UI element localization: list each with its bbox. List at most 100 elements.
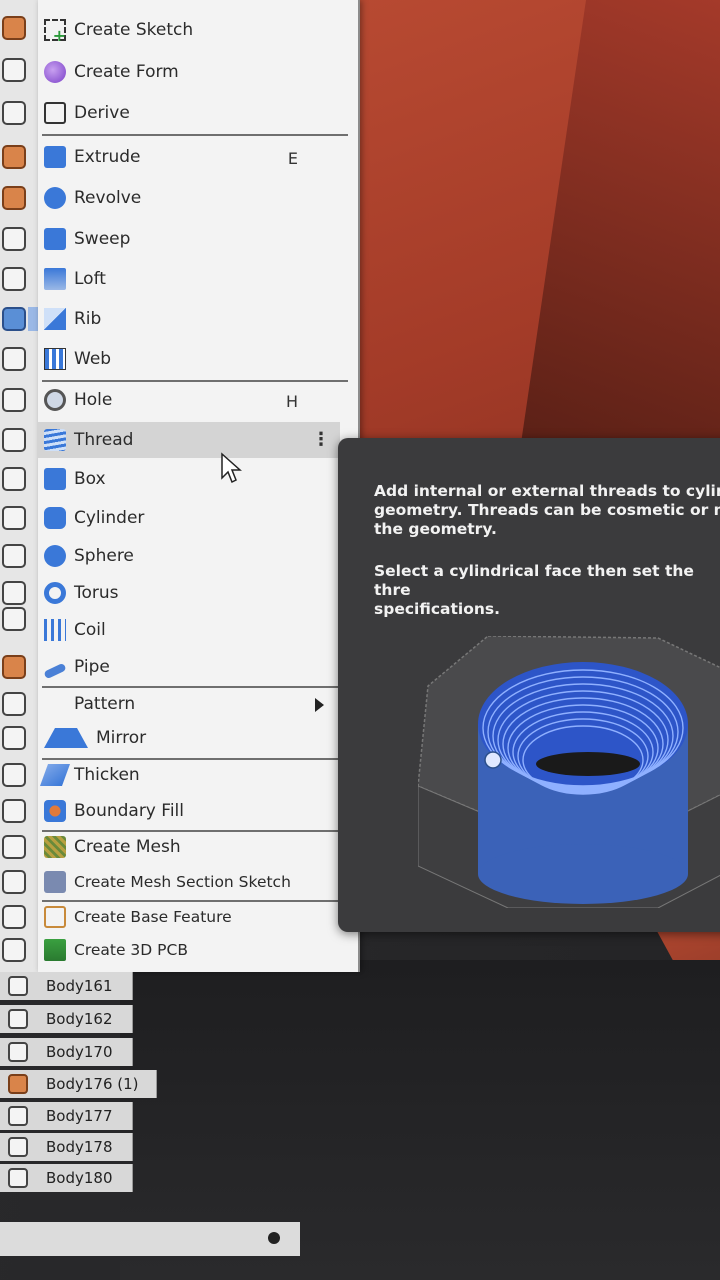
- component-icon[interactable]: [2, 16, 26, 40]
- body-icon[interactable]: [2, 267, 26, 291]
- body-icon: [8, 976, 28, 996]
- body-icon[interactable]: [2, 227, 26, 251]
- body-icon[interactable]: [2, 506, 26, 530]
- add-icon[interactable]: [268, 1232, 280, 1244]
- body-icon[interactable]: [2, 692, 26, 716]
- menu-item-hole[interactable]: Hole H: [38, 382, 338, 418]
- sphere-icon: [44, 545, 66, 567]
- menu-item-thicken[interactable]: Thicken: [38, 757, 338, 793]
- body-icon[interactable]: [2, 428, 26, 452]
- menu-item-web[interactable]: Web: [38, 341, 338, 377]
- body-icon[interactable]: [2, 388, 26, 412]
- body-row[interactable]: Body180: [0, 1164, 133, 1192]
- body-icon[interactable]: [2, 581, 26, 605]
- menu-item-extrude[interactable]: Extrude E: [38, 139, 338, 175]
- browser-tree-icons: [0, 0, 38, 972]
- body-icon[interactable]: [2, 307, 26, 331]
- body-icon[interactable]: [2, 101, 26, 125]
- menu-item-rib[interactable]: Rib: [38, 301, 338, 337]
- menu-item-label: Thicken: [74, 765, 140, 785]
- component-icon[interactable]: [2, 655, 26, 679]
- shortcut-label: E: [287, 149, 298, 168]
- menu-item-label: Box: [74, 469, 106, 489]
- menu-item-label: Cylinder: [74, 508, 145, 528]
- pipe-icon: [43, 662, 67, 679]
- body-row[interactable]: Body177: [0, 1102, 133, 1130]
- menu-item-label: Web: [74, 349, 112, 369]
- shortcut-label: H: [285, 392, 298, 411]
- body-row[interactable]: Body170: [0, 1038, 133, 1066]
- body-label: Body177: [46, 1107, 113, 1125]
- menu-separator: [42, 134, 348, 136]
- pattern-icon: [44, 693, 66, 715]
- menu-item-label: Sphere: [74, 546, 134, 566]
- body-label: Body178: [46, 1138, 113, 1156]
- menu-item-thread[interactable]: Thread ⋮: [38, 422, 340, 458]
- menu-item-pattern[interactable]: Pattern: [38, 686, 338, 722]
- menu-item-label: Hole: [74, 390, 113, 410]
- menu-item-torus[interactable]: Torus: [38, 575, 338, 611]
- menu-item-box[interactable]: Box: [38, 461, 338, 497]
- menu-item-create-sketch[interactable]: Create Sketch: [38, 12, 338, 48]
- menu-item-create-mesh-section-sketch[interactable]: Create Mesh Section Sketch: [38, 864, 338, 900]
- menu-item-label: Loft: [74, 269, 106, 289]
- menu-item-cylinder[interactable]: Cylinder: [38, 500, 338, 536]
- tooltip-description: Add internal or external threads to cyli…: [374, 482, 720, 538]
- body-icon[interactable]: [2, 938, 26, 962]
- body-label: Body161: [46, 977, 113, 995]
- component-icon[interactable]: [2, 145, 26, 169]
- menu-item-label: Create Mesh Section Sketch: [74, 873, 291, 891]
- body-icon[interactable]: [2, 870, 26, 894]
- more-options-icon[interactable]: ⋮: [312, 431, 330, 449]
- menu-item-derive[interactable]: Derive: [38, 95, 338, 131]
- menu-item-create-3d-pcb[interactable]: Create 3D PCB: [38, 932, 338, 968]
- menu-item-label: Rib: [74, 309, 102, 329]
- menu-item-label: Create Mesh: [74, 837, 181, 857]
- create-mesh-icon: [44, 836, 66, 858]
- menu-item-coil[interactable]: Coil: [38, 612, 338, 648]
- menu-item-label: Pattern: [74, 694, 136, 714]
- body-icon[interactable]: [2, 835, 26, 859]
- sweep-icon: [44, 228, 66, 250]
- menu-item-sweep[interactable]: Sweep: [38, 221, 338, 257]
- component-icon[interactable]: [2, 186, 26, 210]
- body-row[interactable]: Body176 (1): [0, 1070, 157, 1098]
- menu-item-create-base-feature[interactable]: Create Base Feature: [38, 899, 338, 935]
- menu-item-loft[interactable]: Loft: [38, 261, 338, 297]
- menu-item-mirror[interactable]: Mirror: [38, 720, 338, 756]
- body-icon[interactable]: [2, 607, 26, 631]
- boundary-fill-icon: [44, 800, 66, 822]
- pcb-icon: [44, 939, 66, 961]
- thicken-icon: [39, 764, 71, 786]
- body-icon: [8, 1106, 28, 1126]
- body-row[interactable]: Body161: [0, 972, 133, 1000]
- menu-item-label: Boundary Fill: [74, 801, 184, 821]
- body-label: Body176 (1): [46, 1075, 139, 1093]
- menu-item-sphere[interactable]: Sphere: [38, 538, 338, 574]
- body-icon[interactable]: [2, 58, 26, 82]
- body-icon[interactable]: [2, 763, 26, 787]
- menu-item-create-form[interactable]: Create Form: [38, 54, 338, 90]
- menu-item-revolve[interactable]: Revolve: [38, 180, 338, 216]
- body-icon[interactable]: [2, 905, 26, 929]
- body-row[interactable]: Body178: [0, 1133, 133, 1161]
- menu-item-label: Derive: [74, 103, 130, 123]
- body-icon[interactable]: [2, 799, 26, 823]
- body-label: Body162: [46, 1010, 113, 1028]
- body-icon[interactable]: [2, 544, 26, 568]
- body-icon[interactable]: [2, 726, 26, 750]
- menu-item-boundary-fill[interactable]: Boundary Fill: [38, 793, 338, 829]
- hole-icon: [44, 389, 66, 411]
- menu-item-create-mesh[interactable]: Create Mesh: [38, 829, 338, 865]
- cylinder-icon: [44, 507, 66, 529]
- thread-icon: [44, 429, 66, 451]
- body-icon: [8, 1042, 28, 1062]
- menu-item-label: Create Base Feature: [74, 908, 232, 926]
- bottom-browser-bar: [0, 1222, 300, 1256]
- body-icon: [8, 1137, 28, 1157]
- menu-item-pipe[interactable]: Pipe: [38, 649, 338, 685]
- body-row[interactable]: Body162: [0, 1005, 133, 1033]
- body-icon[interactable]: [2, 347, 26, 371]
- menu-item-label: Sweep: [74, 229, 131, 249]
- body-icon[interactable]: [2, 467, 26, 491]
